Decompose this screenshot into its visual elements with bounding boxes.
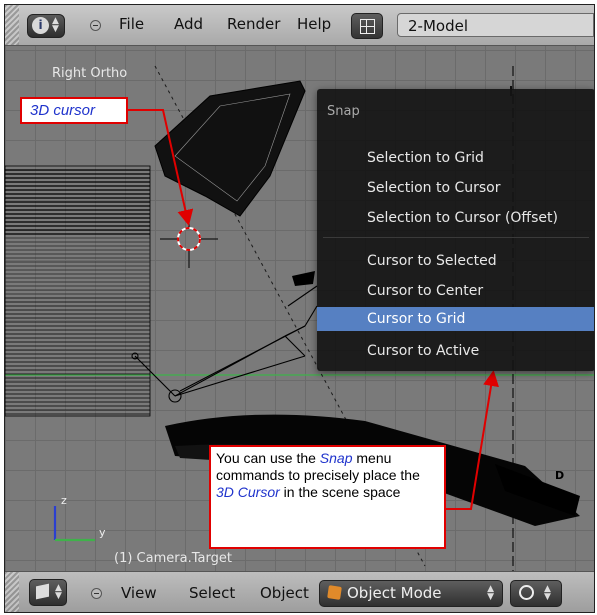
editor-type-button[interactable]: ▲ ▼ (29, 579, 67, 606)
corner-letter: D (555, 469, 564, 482)
menu-add[interactable]: Add (174, 15, 203, 33)
blender-window: i ▲ ▼ File Add Render Help 2-Model D z y… (4, 4, 595, 613)
menu-help[interactable]: Help (297, 15, 331, 33)
viewport-shading-button[interactable]: ▲ ▼ (510, 580, 562, 607)
area-corner-handle[interactable] (5, 572, 19, 612)
collapse-menus-icon[interactable] (91, 588, 102, 599)
snap-menu: Snap Selection to Grid Selection to Curs… (317, 89, 594, 371)
arm-wireframe (131, 285, 318, 403)
updown-arrows-icon: ▲ ▼ (55, 583, 62, 601)
interaction-mode-dropdown[interactable]: Object Mode ▲ ▼ (319, 580, 503, 607)
menu-object[interactable]: Object (260, 584, 309, 602)
menu-item-selection-to-grid[interactable]: Selection to Grid (317, 146, 594, 170)
svg-text:z: z (61, 494, 67, 507)
mode-label: Object Mode (347, 584, 442, 602)
updown-arrows-icon: ▲ ▼ (487, 584, 494, 602)
active-object-label: (1) Camera.Target (114, 551, 232, 566)
screen-layout-name-field[interactable]: 2-Model (397, 13, 594, 37)
viewport-shading-sphere-icon (519, 585, 534, 600)
screen-layout-icon (360, 19, 375, 34)
updown-arrows-icon: ▲ ▼ (52, 16, 59, 34)
snap-menu-title: Snap (327, 104, 360, 119)
menu-item-cursor-to-grid[interactable]: Cursor to Grid (317, 307, 594, 331)
menu-file[interactable]: File (119, 15, 144, 33)
callout-text: in the scene space (279, 484, 401, 500)
object-mode-cube-icon (327, 585, 342, 600)
menu-item-cursor-to-selected[interactable]: Cursor to Selected (317, 249, 594, 273)
menu-item-selection-to-cursor[interactable]: Selection to Cursor (317, 176, 594, 200)
snap-callout: You can use the Snap menu commands to pr… (209, 445, 446, 549)
menu-render[interactable]: Render (227, 15, 280, 33)
cursor-callout: 3D cursor (20, 97, 128, 124)
menu-item-cursor-to-center[interactable]: Cursor to Center (317, 279, 594, 303)
3d-view-cube-icon (36, 583, 49, 600)
info-header: i ▲ ▼ File Add Render Help 2-Model (5, 5, 594, 46)
updown-arrows-icon: ▲ ▼ (544, 584, 551, 602)
menu-separator (323, 237, 589, 238)
menu-view[interactable]: View (121, 584, 157, 602)
building-wireframe (5, 165, 151, 417)
svg-text:y: y (99, 526, 106, 539)
menu-item-selection-to-cursor-offset[interactable]: Selection to Cursor (Offset) (317, 206, 594, 230)
3d-view-header: ▲ ▼ View Select Object Object Mode ▲ ▼ ▲ ▼ (5, 571, 594, 612)
menu-select[interactable]: Select (189, 584, 235, 602)
area-corner-handle[interactable] (5, 5, 19, 45)
callout-cursor-term: 3D Cursor (216, 484, 280, 500)
menu-item-cursor-to-active[interactable]: Cursor to Active (317, 339, 594, 363)
view-name-label: Right Ortho (52, 66, 128, 81)
collapse-menus-icon[interactable] (90, 20, 101, 31)
callout-text: You can use the (216, 450, 320, 466)
editor-type-button[interactable]: i ▲ ▼ (27, 14, 65, 38)
info-icon: i (32, 17, 49, 34)
screen-layout-button[interactable] (351, 13, 383, 39)
axis-gizmo: z y (53, 494, 106, 542)
callout-snap-term: Snap (319, 450, 353, 466)
3d-cursor-icon[interactable] (160, 211, 218, 268)
